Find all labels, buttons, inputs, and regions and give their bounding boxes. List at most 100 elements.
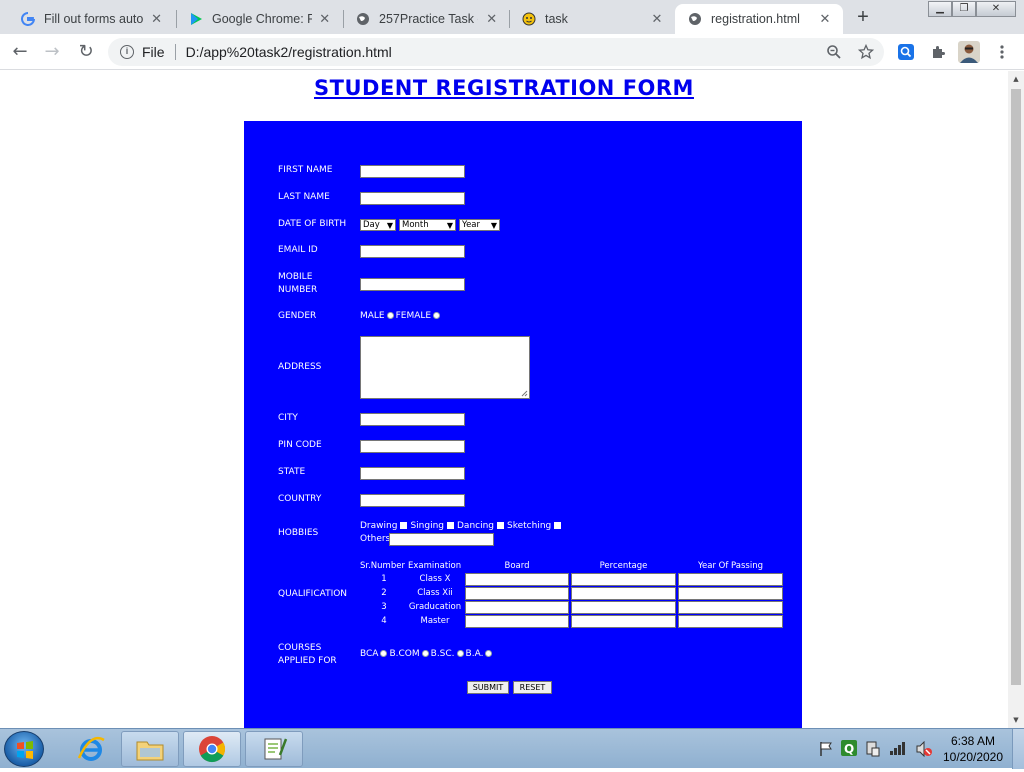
resize-handle-icon[interactable] [521,390,528,397]
reload-button[interactable]: ↻ [74,40,98,64]
close-icon[interactable]: ✕ [149,11,164,27]
course-ba-radio[interactable] [485,649,493,657]
scroll-thumb[interactable] [1011,89,1021,685]
qual-row-sr: 3 [381,602,387,612]
quick-heal-icon[interactable]: Q [841,740,857,756]
dob-month-select[interactable]: Month ▼ [399,219,456,231]
state-input[interactable] [360,467,465,480]
zoom-icon[interactable] [824,42,844,62]
mobile-label-line1: MOBILE [278,272,313,282]
volume-muted-icon[interactable] [915,741,933,757]
profile-avatar[interactable] [958,41,980,63]
forward-button[interactable]: → [40,40,64,64]
address-bar[interactable]: i File D:/app%20task2/registration.html [108,38,884,66]
qual-row-exam: Master [420,616,450,626]
qual-board-input[interactable] [465,601,569,614]
qual-percentage-input[interactable] [571,587,676,600]
hobbies-options: Drawing Singing Dancing Sketching [360,520,564,532]
last-name-input[interactable] [360,192,465,205]
course-bsc-label: B.SC. [430,649,455,659]
globe-icon [355,11,371,27]
notepad-plus-icon[interactable] [245,731,303,767]
qual-board-input[interactable] [465,587,569,600]
tab-task[interactable]: task ✕ [509,4,675,34]
action-center-flag-icon[interactable] [819,741,833,757]
minimize-button[interactable]: ▁ [928,1,952,17]
reset-button[interactable]: RESET [513,681,552,694]
hobby-singing-checkbox[interactable] [447,521,454,529]
qual-row-exam: Class X [419,574,451,584]
hobby-others-input[interactable] [389,533,494,546]
course-bsc-radio[interactable] [456,649,464,657]
device-icon[interactable] [865,740,881,758]
system-clock[interactable]: 6:38 AM 10/20/2020 [938,733,1008,765]
back-button[interactable]: ← [8,40,32,64]
qual-year-input[interactable] [678,587,783,600]
close-icon[interactable]: ✕ [817,11,833,27]
email-input[interactable] [360,245,465,258]
gender-female-radio[interactable] [433,311,441,319]
qual-board-input[interactable] [465,573,569,586]
info-icon[interactable]: i [120,45,134,59]
tab-registration[interactable]: registration.html ✕ [675,4,843,34]
gender-female-label: FEMALE [395,311,432,321]
qual-percentage-input[interactable] [571,601,676,614]
qual-row-exam: Class Xii [417,588,453,598]
bookmark-star-icon[interactable] [856,42,876,62]
tab-fill-out-forms[interactable]: Fill out forms auton ✕ [8,4,174,34]
qual-year-input[interactable] [678,615,783,628]
scroll-up-arrow-icon[interactable]: ▲ [1012,75,1020,83]
tab-strip: Fill out forms auton ✕ Google Chrome: Fa… [0,0,1024,34]
hobbies-label: HOBBIES [278,528,319,538]
close-icon[interactable]: ✕ [318,11,333,27]
first-name-input[interactable] [360,165,465,178]
course-bcom-radio[interactable] [421,649,429,657]
qual-header-board: Board [504,561,530,571]
more-menu-icon[interactable] [992,42,1012,62]
tab-practice-task[interactable]: 257Practice Task of ✕ [343,4,509,34]
country-input[interactable] [360,494,465,507]
close-icon[interactable]: ✕ [484,11,499,27]
page-viewport: STUDENT REGISTRATION FORM FIRST NAME LAS… [0,71,1008,728]
course-bca-radio[interactable] [380,649,388,657]
address-textarea[interactable] [360,336,530,399]
gender-male-radio[interactable] [386,311,394,319]
internet-explorer-icon[interactable] [62,731,120,767]
qual-percentage-input[interactable] [571,615,676,628]
submit-button[interactable]: SUBMIT [467,681,509,694]
file-explorer-icon[interactable] [121,731,179,767]
network-signal-icon[interactable] [889,741,907,755]
pin-code-input[interactable] [360,440,465,453]
city-input[interactable] [360,413,465,426]
tab-google-chrome[interactable]: Google Chrome: Fa ✕ [176,4,342,34]
qual-percentage-input[interactable] [571,573,676,586]
scroll-down-arrow-icon[interactable]: ▼ [1012,716,1020,724]
gender-male-label: MALE [360,311,385,321]
qual-year-input[interactable] [678,573,783,586]
show-desktop-button[interactable] [1012,729,1024,769]
qual-board-input[interactable] [465,615,569,628]
extensions-puzzle-icon[interactable] [928,42,948,62]
dob-day-select[interactable]: Day ▼ [360,219,396,231]
maximize-button[interactable]: ❐ [952,1,976,17]
vertical-scrollbar[interactable]: ▲ ▼ [1008,71,1024,728]
close-icon[interactable]: ✕ [649,11,665,27]
chrome-icon[interactable] [183,731,241,767]
start-button[interactable] [4,731,44,767]
country-label: COUNTRY [278,494,322,504]
url-text: D:/app%20task2/registration.html [185,44,392,60]
dob-year-select[interactable]: Year ▼ [459,219,500,231]
mobile-input[interactable] [360,278,465,291]
new-tab-button[interactable]: + [852,7,874,29]
qual-row-exam: Graducation [408,602,462,612]
qual-header-exam: Examination [408,561,462,571]
qual-year-input[interactable] [678,601,783,614]
hobby-sketching-checkbox[interactable] [554,521,562,529]
browser-toolbar: ← → ↻ i File D:/app%20task2/registration… [0,34,1024,70]
extension-search-icon[interactable] [896,42,916,62]
qualification-label: QUALIFICATION [278,589,348,599]
hobby-drawing-checkbox[interactable] [400,521,408,529]
google-play-icon [188,11,204,27]
hobby-dancing-checkbox[interactable] [497,521,505,529]
window-close-button[interactable]: ✕ [976,1,1016,17]
